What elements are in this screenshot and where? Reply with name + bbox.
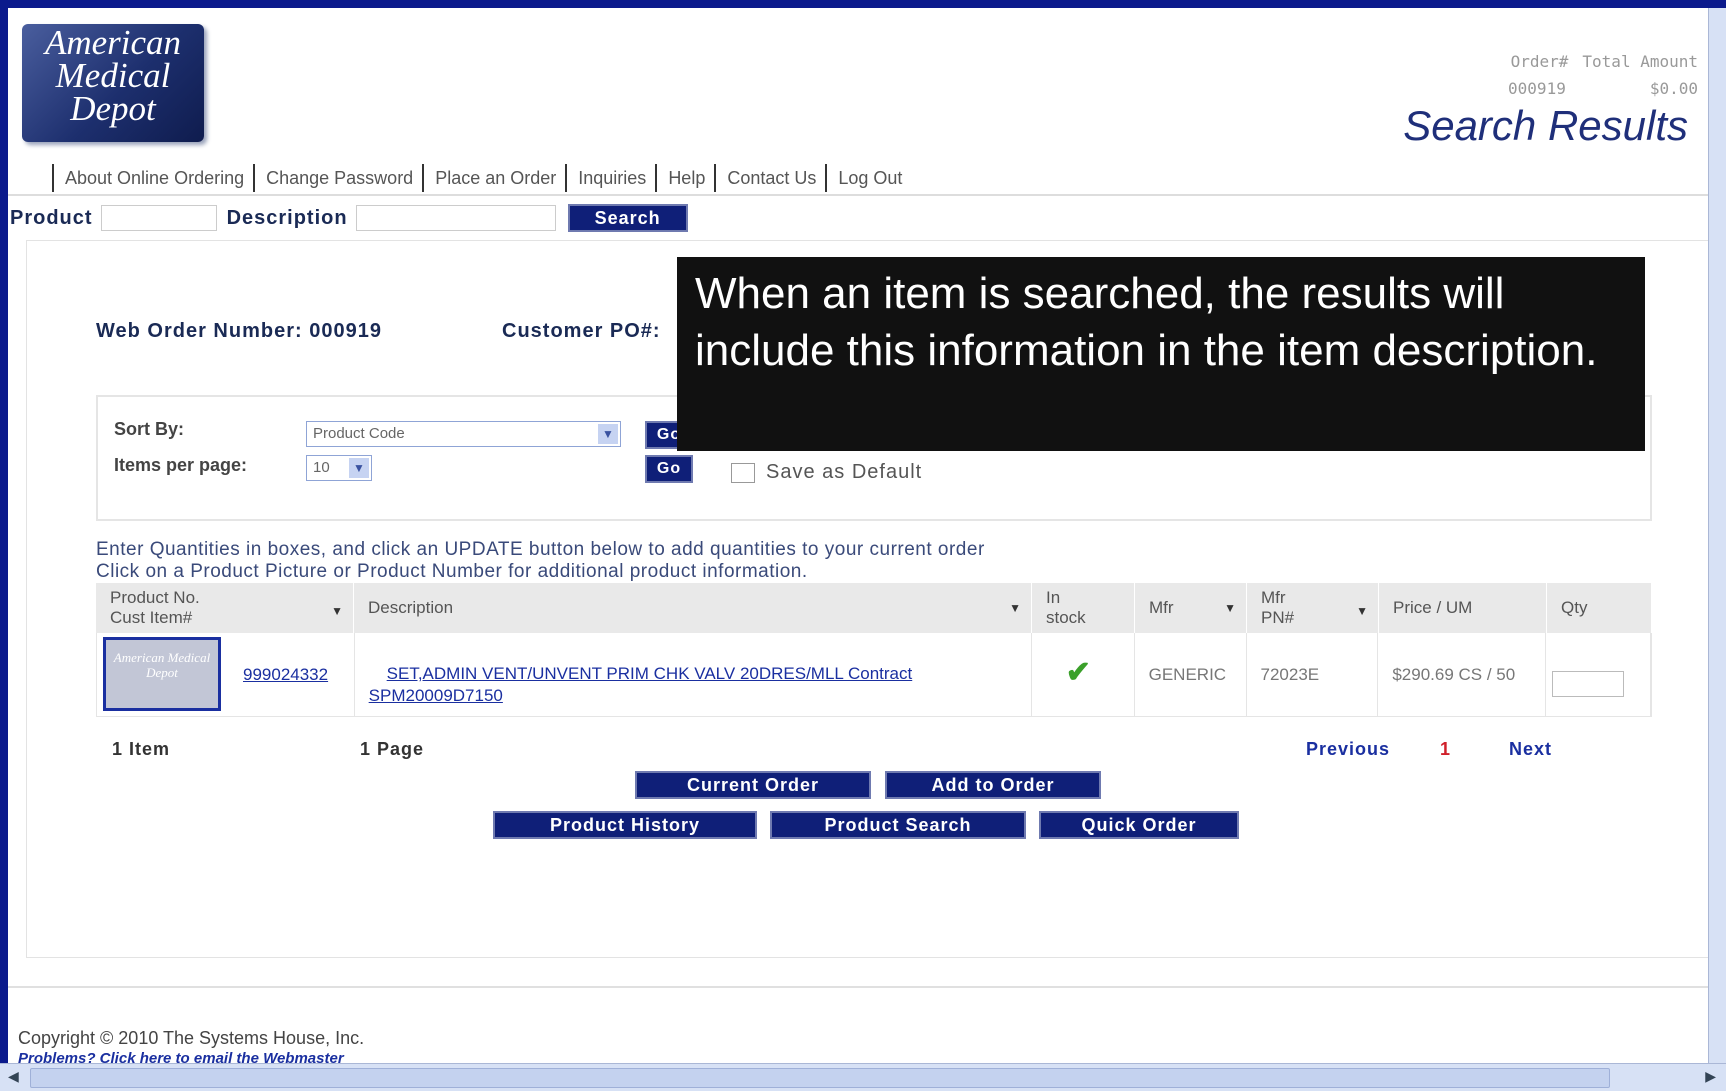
scrollbar-thumb[interactable] <box>30 1068 1610 1088</box>
cell-in-stock: ✔ <box>1032 633 1135 716</box>
total-amount: $0.00 <box>1649 79 1698 98</box>
results-table: Product No. Cust Item# ▼ Description ▼ In… <box>96 583 1652 717</box>
top-nav: About Online Ordering Change Password Pl… <box>8 162 1708 196</box>
mfr-value: GENERIC <box>1148 665 1227 684</box>
previous-link[interactable]: Previous <box>1306 739 1390 760</box>
order-number: 000919 <box>1508 79 1566 98</box>
sort-by-value: Product Code <box>313 425 405 442</box>
cell-price: $290.69 CS / 50 <box>1378 633 1547 716</box>
items-per-page-value: 10 <box>313 459 330 476</box>
logo-line: American <box>44 23 182 62</box>
header-label: Product No. Cust Item# <box>110 588 200 627</box>
description-search-input[interactable] <box>355 205 556 231</box>
instructions-line: Click on a Product Picture or Product Nu… <box>96 561 808 582</box>
sort-arrow-icon: ▼ <box>1009 601 1021 615</box>
save-default-checkbox[interactable] <box>731 463 755 483</box>
header-label: In stock <box>1046 588 1086 627</box>
logo-line: Medical <box>55 56 171 95</box>
product-thumbnail[interactable]: American Medical Depot <box>103 637 221 711</box>
header-label: Description <box>368 598 454 617</box>
order-label: Order# <box>1510 52 1569 71</box>
scroll-left-icon[interactable]: ◀ <box>8 1068 28 1088</box>
product-search-button[interactable]: Product Search <box>770 811 1026 839</box>
chevron-down-icon: ▼ <box>598 424 618 444</box>
sort-arrow-icon: ▼ <box>1224 601 1236 615</box>
nav-help[interactable]: Help <box>655 164 714 192</box>
product-history-button[interactable]: Product History <box>493 811 757 839</box>
product-number-link[interactable]: 999024332 <box>243 665 328 685</box>
save-default-label: Save as Default <box>766 461 923 483</box>
col-qty: Qty <box>1547 583 1652 633</box>
order-summary: Order# Total Amount 000919 $0.00 <box>1508 48 1698 102</box>
add-to-order-button[interactable]: Add to Order <box>885 771 1101 799</box>
sort-arrow-icon: ▼ <box>1356 604 1368 618</box>
instructions-line: Enter Quantities in boxes, and click an … <box>96 539 985 560</box>
sort-arrow-icon: ▼ <box>331 604 343 618</box>
current-page[interactable]: 1 <box>1440 739 1451 760</box>
nav-change-password[interactable]: Change Password <box>253 164 422 192</box>
check-icon: ✔ <box>1065 656 1091 689</box>
search-button[interactable]: Search <box>567 204 688 232</box>
horizontal-scrollbar[interactable]: ◀ ▶ <box>0 1063 1726 1091</box>
col-product-no[interactable]: Product No. Cust Item# ▼ <box>96 583 354 633</box>
vertical-scrollbar[interactable] <box>1708 8 1726 1063</box>
pages-count: 1 Page <box>360 739 425 759</box>
product-search-label: Product <box>10 206 93 229</box>
page-title: Search Results <box>1403 102 1688 149</box>
sort-by-select[interactable]: Product Code ▼ <box>306 421 621 447</box>
col-in-stock: In stock <box>1032 583 1135 633</box>
items-go-button[interactable]: Go <box>645 455 693 483</box>
table-row: American Medical Depot 999024332 SET,ADM… <box>96 633 1652 717</box>
browser-page: American Medical Depot Order# Total Amoun… <box>8 8 1708 1075</box>
footer-divider <box>8 986 1708 988</box>
nav-log-out[interactable]: Log Out <box>825 164 911 192</box>
header-label: Mfr PN# <box>1261 588 1295 627</box>
qty-input[interactable] <box>1552 671 1625 697</box>
cell-mfr: GENERIC <box>1135 633 1247 716</box>
sort-by-label: Sort By: <box>114 419 185 439</box>
col-mfr-pn[interactable]: Mfr PN# ▼ <box>1247 583 1379 633</box>
nav-place-an-order[interactable]: Place an Order <box>422 164 565 192</box>
search-bar: Product Description Search <box>8 200 1708 236</box>
current-order-button[interactable]: Current Order <box>635 771 871 799</box>
customer-po-label: Customer PO#: <box>502 320 661 342</box>
nav-inquiries[interactable]: Inquiries <box>565 164 655 192</box>
header-label: Qty <box>1561 598 1588 617</box>
quick-order-button[interactable]: Quick Order <box>1039 811 1239 839</box>
logo-line: Depot <box>70 89 156 128</box>
description-link[interactable]: SET,ADMIN VENT/UNVENT PRIM CHK VALV 20DR… <box>369 664 913 705</box>
description-search-label: Description <box>226 206 348 229</box>
items-count: 1 Item <box>112 739 171 759</box>
nav-contact-us[interactable]: Contact Us <box>714 164 825 192</box>
table-header: Product No. Cust Item# ▼ Description ▼ In… <box>96 583 1652 633</box>
total-label: Total Amount <box>1582 52 1698 71</box>
mfr-pn-value: 72023E <box>1260 665 1320 684</box>
web-order-number: Web Order Number: 000919 <box>96 320 382 342</box>
col-description[interactable]: Description ▼ <box>354 583 1032 633</box>
header-label: Price / UM <box>1393 598 1473 617</box>
company-logo[interactable]: American Medical Depot <box>22 24 204 142</box>
next-link[interactable]: Next <box>1509 739 1552 760</box>
col-price: Price / UM <box>1379 583 1547 633</box>
cell-product: American Medical Depot 999024332 <box>97 633 355 716</box>
scroll-right-icon[interactable]: ▶ <box>1696 1068 1716 1088</box>
cell-mfr-pn: 72023E <box>1247 633 1379 716</box>
cell-qty <box>1546 633 1651 716</box>
copyright-text: Copyright © 2010 The Systems House, Inc. <box>18 1028 365 1048</box>
nav-about-online-ordering[interactable]: About Online Ordering <box>52 164 253 192</box>
header-label: Mfr <box>1149 598 1174 617</box>
callout-tooltip: When an item is searched, the results wi… <box>677 257 1645 451</box>
col-mfr[interactable]: Mfr ▼ <box>1135 583 1247 633</box>
product-search-input[interactable] <box>100 205 217 231</box>
items-per-page-select[interactable]: 10 ▼ <box>306 455 372 481</box>
items-per-page-label: Items per page: <box>114 455 248 475</box>
price-value: $290.69 CS / 50 <box>1392 665 1516 684</box>
cell-description: SET,ADMIN VENT/UNVENT PRIM CHK VALV 20DR… <box>355 633 1032 716</box>
chevron-down-icon: ▼ <box>349 458 369 478</box>
